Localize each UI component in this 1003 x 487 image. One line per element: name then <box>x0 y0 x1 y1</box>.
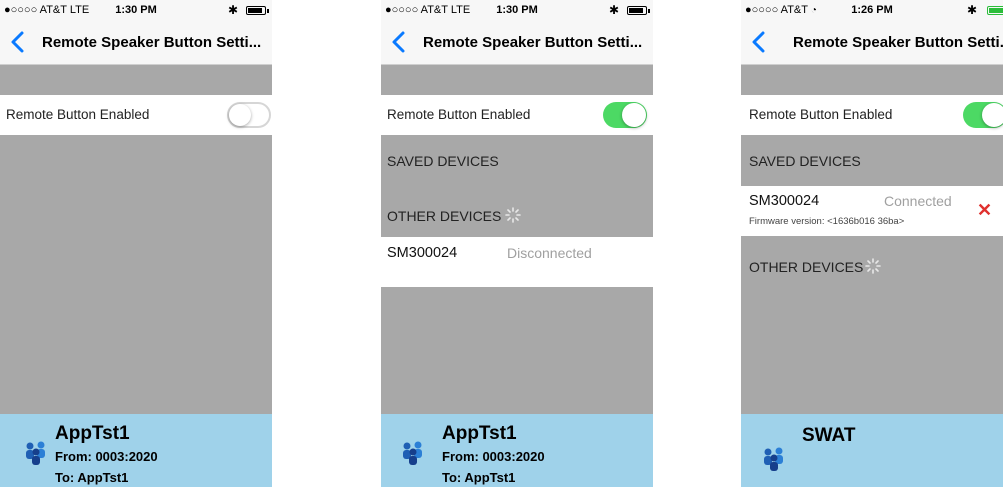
footer-from: From: 0003:2020 <box>55 449 158 464</box>
saved-devices-header: SAVED DEVICES <box>387 153 499 169</box>
users-group-icon <box>764 447 783 471</box>
phone-screen-1: ●○○○○ AT&T LTE 1:30 PM ✱ Remote Speaker … <box>0 0 272 487</box>
toggle-knob <box>982 103 1003 127</box>
phone-screen-3: ●○○○○ AT&T ◔ 1:26 PM ✱ Remote Speaker Bu… <box>741 0 1003 487</box>
saved-devices-header: SAVED DEVICES <box>749 153 861 169</box>
footer-title: AppTst1 <box>442 423 517 444</box>
footer-to: To: AppTst1 <box>55 470 129 485</box>
remote-button-toggle[interactable] <box>227 102 271 128</box>
status-time: 1:26 PM <box>851 4 893 16</box>
footer-title: AppTst1 <box>55 423 130 444</box>
battery-icon <box>627 6 650 15</box>
bluetooth-icon: ✱ <box>966 3 977 17</box>
other-devices-header: OTHER DEVICES <box>387 208 502 224</box>
device-status: Connected <box>884 193 952 209</box>
page-title: Remote Speaker Button Setti... <box>423 34 643 51</box>
other-devices-header: OTHER DEVICES <box>749 259 864 275</box>
navigation-bar: Remote Speaker Button Setti... <box>741 22 1003 65</box>
remote-button-label: Remote Button Enabled <box>749 107 893 122</box>
page-title: Remote Speaker Button Setti... <box>793 34 1003 51</box>
firmware-version: Firmware version: <1636b016 36ba> <box>749 216 905 227</box>
saved-device-row[interactable]: SM300024 Connected Firmware version: <16… <box>741 186 1003 236</box>
footer-title: SWAT <box>802 425 856 446</box>
device-name: SM300024 <box>387 245 458 261</box>
loading-spinner-icon <box>505 207 521 223</box>
remote-button-label: Remote Button Enabled <box>6 107 150 122</box>
navigation-bar: Remote Speaker Button Setti... <box>381 22 653 65</box>
device-status: Disconnected <box>507 245 592 261</box>
bluetooth-icon: ✱ <box>227 3 238 17</box>
footer-to: To: AppTst1 <box>442 470 516 485</box>
remote-button-toggle[interactable] <box>603 102 647 128</box>
remote-button-label: Remote Button Enabled <box>387 107 531 122</box>
battery-icon <box>246 6 269 15</box>
users-group-icon <box>403 441 422 465</box>
navigation-bar: Remote Speaker Button Setti... <box>0 22 272 65</box>
remote-button-row: Remote Button Enabled <box>741 95 1003 135</box>
remote-button-toggle[interactable] <box>963 102 1003 128</box>
remote-button-row: Remote Button Enabled <box>381 95 653 135</box>
page-title: Remote Speaker Button Setti... <box>42 34 262 51</box>
status-bar: ●○○○○ AT&T ◔ 1:26 PM ✱ <box>741 0 1003 22</box>
remove-device-icon[interactable]: ✕ <box>977 200 992 221</box>
remote-button-row: Remote Button Enabled <box>0 95 272 135</box>
status-bar: ●○○○○ AT&T LTE 1:30 PM ✱ <box>381 0 653 22</box>
loading-spinner-icon <box>865 258 881 274</box>
footer-panel: SWAT <box>741 414 1003 487</box>
battery-icon <box>987 6 1003 15</box>
toggle-knob <box>622 103 646 127</box>
back-chevron-icon[interactable] <box>389 30 411 54</box>
bluetooth-icon: ✱ <box>608 3 619 17</box>
footer-panel: AppTst1 From: 0003:2020 To: AppTst1 <box>381 414 653 487</box>
back-chevron-icon[interactable] <box>749 30 771 54</box>
toggle-knob <box>229 104 251 126</box>
device-row[interactable]: SM300024 Disconnected <box>381 237 653 287</box>
footer-from: From: 0003:2020 <box>442 449 545 464</box>
status-bar: ●○○○○ AT&T LTE 1:30 PM ✱ <box>0 0 272 22</box>
users-group-icon <box>26 441 45 465</box>
phone-screen-2: ●○○○○ AT&T LTE 1:30 PM ✱ Remote Speaker … <box>381 0 653 487</box>
footer-panel: AppTst1 From: 0003:2020 To: AppTst1 <box>0 414 272 487</box>
back-chevron-icon[interactable] <box>8 30 30 54</box>
device-name: SM300024 <box>749 193 820 209</box>
